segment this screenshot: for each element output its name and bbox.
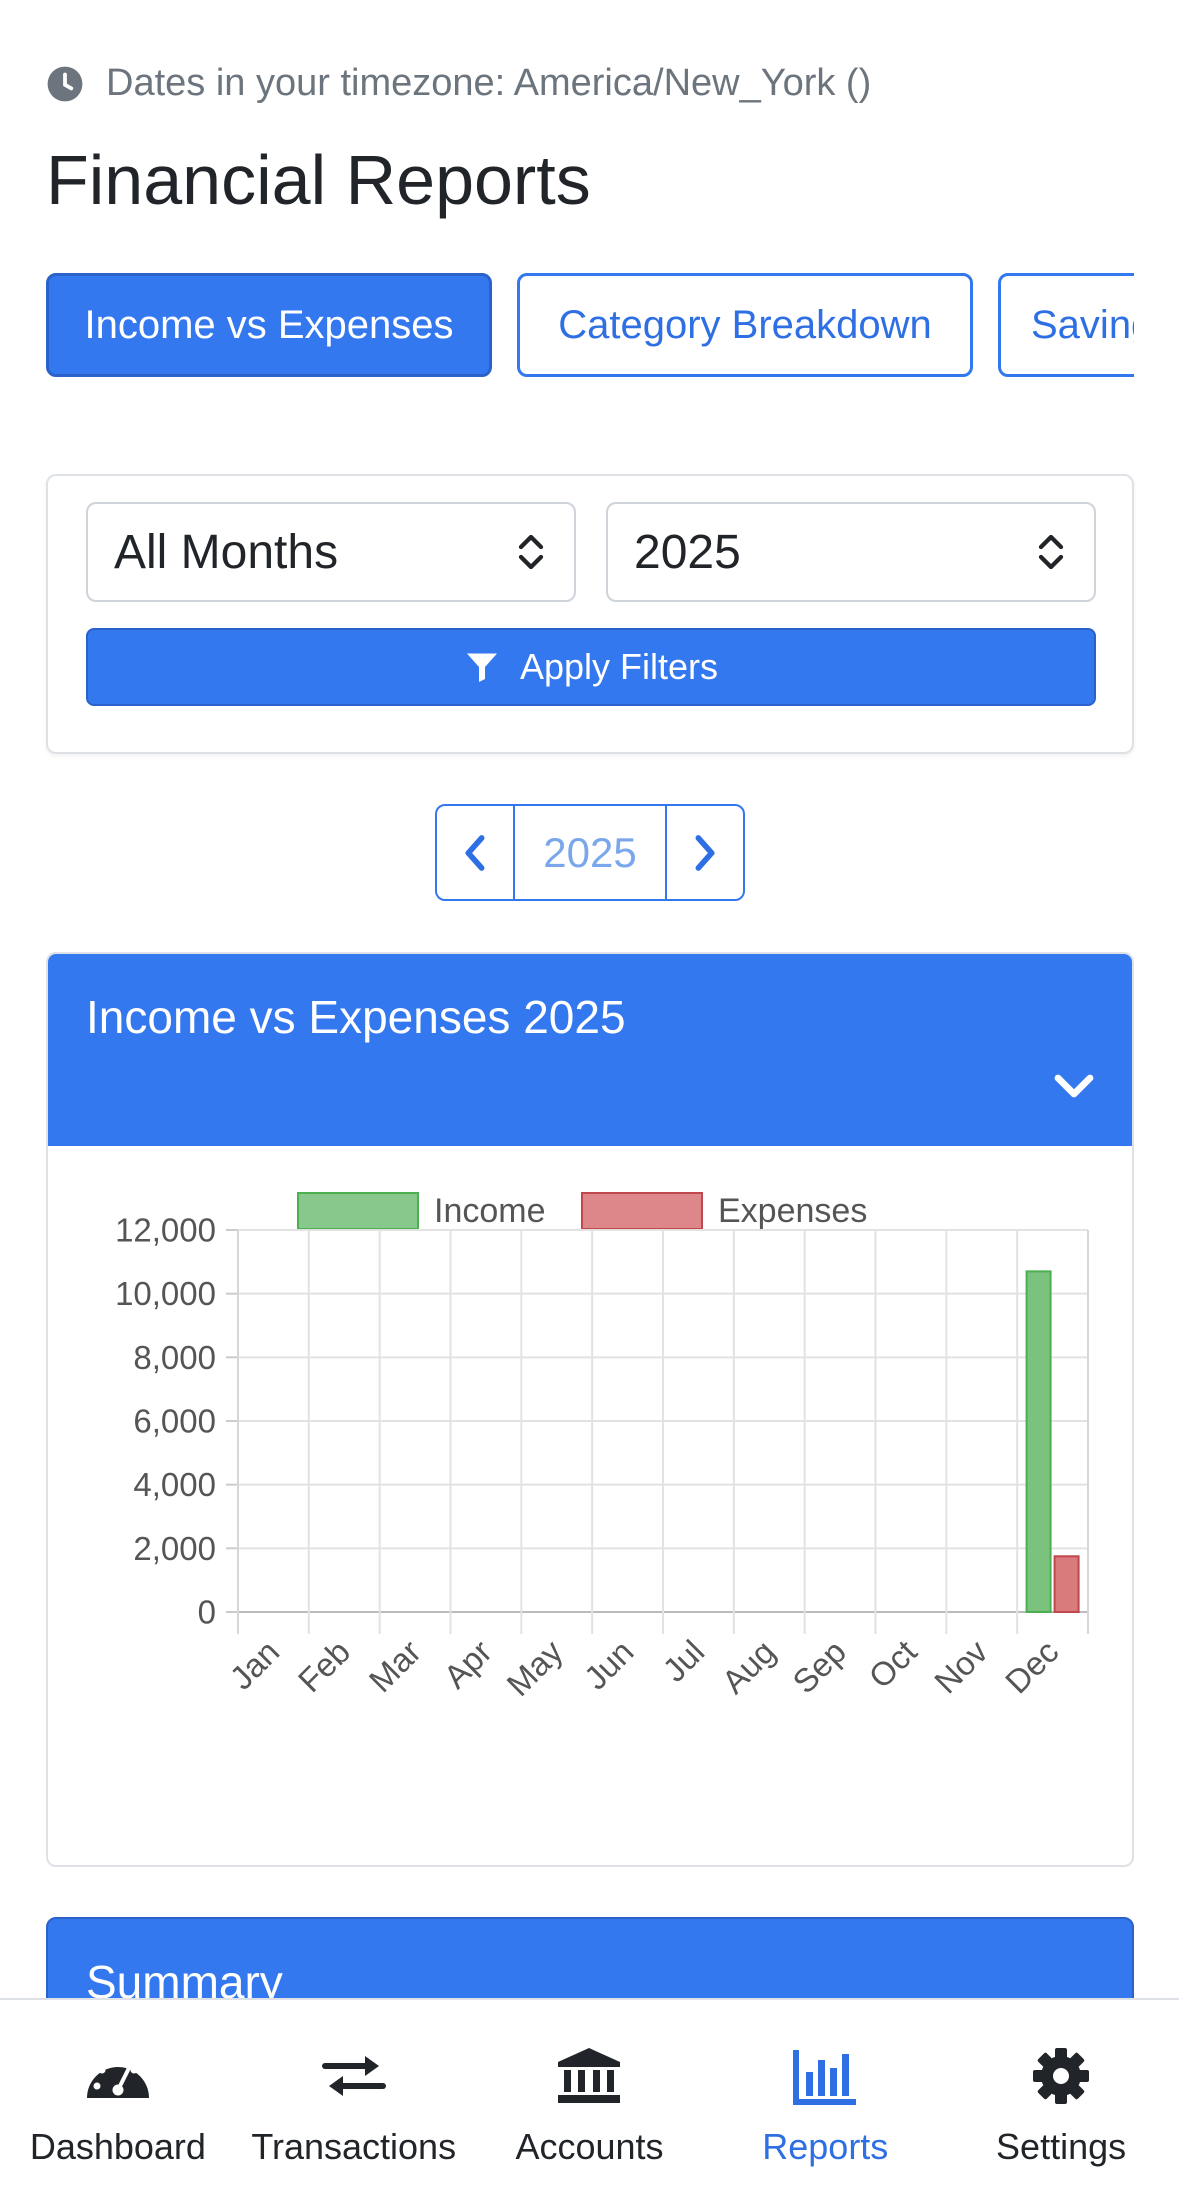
x-tick-label: Feb xyxy=(291,1633,357,1699)
x-tick-label: May xyxy=(499,1632,570,1703)
chevron-down-icon[interactable] xyxy=(1050,1062,1098,1110)
nav-label: Reports xyxy=(762,2126,889,2167)
tab-savings[interactable]: Savings xyxy=(998,273,1134,377)
y-tick-label: 6,000 xyxy=(133,1403,216,1440)
timezone-text: Dates in your timezone: America/New_York… xyxy=(106,62,872,104)
nav-settings[interactable]: Settings xyxy=(943,2000,1179,2209)
nav-label: Transactions xyxy=(251,2126,457,2167)
tab-category-breakdown[interactable]: Category Breakdown xyxy=(517,273,973,377)
nav-accounts[interactable]: Accounts xyxy=(472,2000,708,2209)
y-tick-label: 10,000 xyxy=(115,1275,216,1312)
income-expenses-card: Income vs Expenses 2025 Income Expenses 0 2… xyxy=(46,952,1134,1867)
tab-income-vs-expenses[interactable]: Income vs Expenses xyxy=(46,273,492,377)
chevron-right-icon xyxy=(695,834,715,871)
filter-icon xyxy=(466,653,497,682)
x-tick-label: Mar xyxy=(362,1633,428,1699)
gear-icon xyxy=(1033,2048,1090,2104)
report-tabs: Income vs Expenses Category Breakdown Sa… xyxy=(46,273,1134,377)
month-select-value: All Months xyxy=(114,525,339,579)
nav-reports[interactable]: Reports xyxy=(707,2000,943,2209)
y-tick-label: 2,000 xyxy=(133,1530,216,1567)
gauge-icon xyxy=(86,2058,149,2098)
y-tick-label: 8,000 xyxy=(133,1339,216,1376)
year-pager: 2025 xyxy=(435,804,745,901)
previous-year-button[interactable] xyxy=(437,806,513,899)
bar-expenses xyxy=(1053,1555,1080,1613)
legend-label: Income xyxy=(434,1192,546,1230)
legend-label: Expenses xyxy=(718,1192,867,1230)
x-tick-label: Sep xyxy=(785,1633,853,1701)
chart-bar-icon xyxy=(793,2050,857,2105)
x-tick-label: Aug xyxy=(715,1633,783,1701)
bar-income xyxy=(1025,1270,1052,1613)
legend-swatch xyxy=(297,1192,419,1230)
y-tick-label: 12,000 xyxy=(115,1212,216,1249)
exchange-icon xyxy=(321,2056,386,2096)
clock-icon xyxy=(47,66,83,101)
next-year-button[interactable] xyxy=(667,806,743,899)
chevron-left-icon xyxy=(465,834,485,871)
x-tick-label: Apr xyxy=(436,1633,498,1695)
x-tick-label: Jan xyxy=(223,1633,287,1697)
select-arrows-icon xyxy=(1038,534,1064,570)
x-tick-label: Nov xyxy=(927,1632,995,1700)
timezone-note: Dates in your timezone: America/New_York… xyxy=(46,62,871,105)
chart-card-title: Income vs Expenses 2025 xyxy=(86,991,626,1043)
nav-transactions[interactable]: Transactions xyxy=(236,2000,472,2209)
bank-icon xyxy=(558,2048,621,2103)
y-tick-label: 4,000 xyxy=(133,1466,216,1503)
nav-dashboard[interactable]: Dashboard xyxy=(0,2000,236,2209)
current-year: 2025 xyxy=(513,806,667,899)
year-select-value: 2025 xyxy=(634,525,741,579)
month-select[interactable]: All Months xyxy=(86,502,576,602)
select-arrows-icon xyxy=(518,534,544,570)
nav-label: Dashboard xyxy=(29,2126,206,2167)
apply-filters-label: Apply Filters xyxy=(519,646,719,687)
nav-label: Settings xyxy=(996,2126,1127,2167)
legend-swatch xyxy=(581,1192,703,1230)
nav-label: Accounts xyxy=(515,2126,664,2167)
year-select[interactable]: 2025 xyxy=(606,502,1096,602)
x-tick-label: Jul xyxy=(655,1633,711,1689)
apply-filters-button[interactable]: Apply Filters xyxy=(86,628,1096,706)
chart-card-header[interactable]: Income vs Expenses 2025 xyxy=(48,954,1132,1146)
x-tick-label: Dec xyxy=(998,1633,1066,1701)
y-tick-label: 0 xyxy=(198,1594,216,1631)
bottom-nav: Dashboard Transactions Accounts Reports … xyxy=(0,1998,1179,2209)
page-title: Financial Reports xyxy=(46,141,591,219)
income-expenses-chart: Income Expenses 0 2,000 4,000 6,000 8,000 10,00… xyxy=(115,1192,1089,1703)
filter-card: All Months 2025 Apply Filters xyxy=(46,474,1134,754)
x-tick-label: Oct xyxy=(861,1633,923,1695)
x-tick-label: Jun xyxy=(577,1633,641,1697)
